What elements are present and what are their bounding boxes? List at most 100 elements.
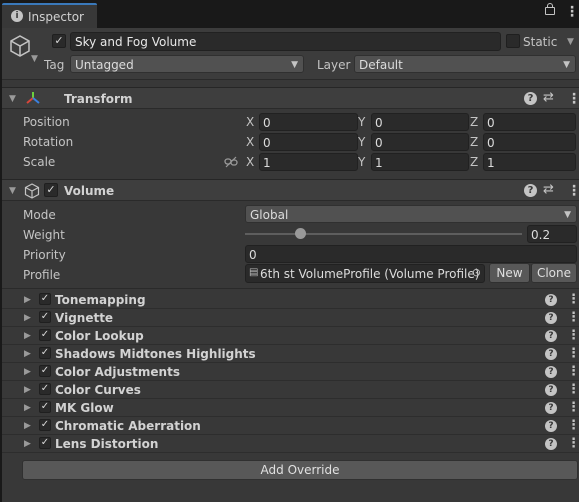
override-menu-icon[interactable]: ⋮ <box>567 365 579 378</box>
override-list: ▶ ✓ Tonemapping? ⋮ ▶ ✓ Vignette? ⋮ ▶ ✓ Color Looku… <box>2 291 579 453</box>
foldout-arrow-icon[interactable]: ▶ <box>24 295 31 305</box>
component-menu-icon[interactable]: ⋮ <box>567 92 579 106</box>
override-row[interactable]: ▶ ✓ MK Glow? ⋮ <box>2 399 579 417</box>
foldout-arrow-icon[interactable]: ▶ <box>24 421 31 431</box>
override-enabled-checkbox[interactable]: ✓ <box>39 293 51 305</box>
position-y-field[interactable]: 0 <box>371 113 469 131</box>
presets-icon[interactable]: ⇄ <box>543 183 554 196</box>
constrain-proportions-icon[interactable] <box>224 155 238 169</box>
gameobject-cube-icon[interactable] <box>8 34 32 58</box>
transform-header[interactable]: ▼ Transform ? ⇄ ⋮ <box>2 87 579 109</box>
weight-slider-handle[interactable] <box>295 228 307 239</box>
add-override-button[interactable]: Add Override <box>22 460 578 480</box>
tag-dropdown[interactable]: Untagged ▼ <box>70 55 304 73</box>
scale-row: Scale X 1 Y 1 Z 1 <box>2 152 579 172</box>
override-row[interactable]: ▶ ✓ Chromatic Aberration? ⋮ <box>2 417 579 435</box>
static-dropdown-arrow-icon[interactable]: ▼ <box>567 37 574 47</box>
override-title: Vignette <box>55 311 114 325</box>
help-icon[interactable]: ? <box>545 330 557 342</box>
override-menu-icon[interactable]: ⋮ <box>567 419 579 432</box>
foldout-arrow-icon[interactable]: ▶ <box>24 385 31 395</box>
override-row[interactable]: ▶ ✓ Color Adjustments? ⋮ <box>2 363 579 381</box>
override-menu-icon[interactable]: ⋮ <box>567 293 579 306</box>
foldout-arrow-icon[interactable]: ▶ <box>24 313 31 323</box>
foldout-arrow-icon[interactable]: ▶ <box>24 439 31 449</box>
tab-title: Inspector <box>28 10 84 24</box>
profile-asset-icon: ▤ <box>249 267 259 278</box>
help-icon[interactable]: ? <box>545 384 557 396</box>
rotation-row: Rotation X 0 Y 0 Z 0 <box>2 132 579 152</box>
help-icon[interactable]: ? <box>545 366 557 378</box>
override-row[interactable]: ▶ ✓ Color Lookup? ⋮ <box>2 327 579 345</box>
override-title: Chromatic Aberration <box>55 419 201 433</box>
foldout-arrow-icon[interactable]: ▼ <box>9 94 16 104</box>
tag-label: Tag <box>44 58 65 72</box>
transform-rows: Position X 0 Y 0 Z 0 Rotation X 0 Y 0 Z … <box>2 112 579 172</box>
mode-dropdown[interactable]: Global ▼ <box>245 205 577 223</box>
help-icon[interactable]: ? <box>545 294 557 306</box>
override-enabled-checkbox[interactable]: ✓ <box>39 311 51 323</box>
scale-y-field[interactable]: 1 <box>371 153 469 171</box>
volume-header[interactable]: ▼ ✓ Volume ? ⇄ ⋮ <box>2 179 579 201</box>
foldout-arrow-icon[interactable]: ▶ <box>24 403 31 413</box>
foldout-arrow-icon[interactable]: ▼ <box>9 186 16 196</box>
position-x-field[interactable]: 0 <box>259 113 358 131</box>
chevron-down-icon: ▼ <box>564 210 571 220</box>
override-menu-icon[interactable]: ⋮ <box>567 311 579 324</box>
override-enabled-checkbox[interactable]: ✓ <box>39 365 51 377</box>
override-menu-icon[interactable]: ⋮ <box>567 383 579 396</box>
volume-enabled-checkbox[interactable]: ✓ <box>44 183 58 197</box>
position-z-field[interactable]: 0 <box>483 113 576 131</box>
override-enabled-checkbox[interactable]: ✓ <box>39 383 51 395</box>
weight-field[interactable]: 0.2 <box>527 225 577 243</box>
override-enabled-checkbox[interactable]: ✓ <box>39 437 51 449</box>
override-row[interactable]: ▶ ✓ Lens Distortion? ⋮ <box>2 435 579 453</box>
rotation-y-field[interactable]: 0 <box>371 133 469 151</box>
override-enabled-checkbox[interactable]: ✓ <box>39 329 51 341</box>
presets-icon[interactable]: ⇄ <box>543 91 554 104</box>
tab-menu-icon[interactable]: ⋮ <box>565 5 579 19</box>
help-icon[interactable]: ? <box>545 402 557 414</box>
clone-profile-button[interactable]: Clone <box>531 263 577 283</box>
layer-label: Layer <box>317 58 351 72</box>
override-title: Lens Distortion <box>55 437 159 451</box>
help-icon[interactable]: ? <box>524 92 537 105</box>
layer-dropdown[interactable]: Default ▼ <box>354 55 576 73</box>
override-row[interactable]: ▶ ✓ Tonemapping? ⋮ <box>2 291 579 309</box>
override-row[interactable]: ▶ ✓ Vignette? ⋮ <box>2 309 579 327</box>
scale-x-field[interactable]: 1 <box>259 153 358 171</box>
priority-field[interactable]: 0 <box>245 245 577 263</box>
override-menu-icon[interactable]: ⋮ <box>567 437 579 450</box>
override-menu-icon[interactable]: ⋮ <box>567 329 579 342</box>
help-icon[interactable]: ? <box>524 184 537 197</box>
override-menu-icon[interactable]: ⋮ <box>567 401 579 414</box>
gameobject-name-field[interactable]: Sky and Fog Volume <box>70 32 501 51</box>
icon-dropdown-arrow-icon[interactable]: ▼ <box>31 54 38 64</box>
static-checkbox[interactable] <box>506 34 520 48</box>
help-icon[interactable]: ? <box>545 348 557 360</box>
tab-inspector[interactable]: i Inspector <box>2 3 97 28</box>
scale-z-field[interactable]: 1 <box>483 153 576 171</box>
weight-slider-track[interactable] <box>245 233 522 235</box>
override-row[interactable]: ▶ ✓ Shadows Midtones Highlights? ⋮ <box>2 345 579 363</box>
help-icon[interactable]: ? <box>545 420 557 432</box>
override-enabled-checkbox[interactable]: ✓ <box>39 347 51 359</box>
profile-object-field[interactable]: ▤ 6th st VolumeProfile (Volume Profile) … <box>245 264 485 283</box>
foldout-arrow-icon[interactable]: ▶ <box>24 367 31 377</box>
foldout-arrow-icon[interactable]: ▶ <box>24 349 31 359</box>
volume-title: Volume <box>64 184 115 198</box>
lock-icon[interactable] <box>545 7 555 15</box>
rotation-x-field[interactable]: 0 <box>259 133 358 151</box>
override-menu-icon[interactable]: ⋮ <box>567 347 579 360</box>
override-row[interactable]: ▶ ✓ Color Curves? ⋮ <box>2 381 579 399</box>
new-profile-button[interactable]: New <box>489 263 530 283</box>
gameobject-active-checkbox[interactable]: ✓ <box>52 34 66 48</box>
help-icon[interactable]: ? <box>545 312 557 324</box>
rotation-z-field[interactable]: 0 <box>483 133 576 151</box>
override-enabled-checkbox[interactable]: ✓ <box>39 419 51 431</box>
object-picker-icon[interactable]: ⊙ <box>472 267 481 278</box>
component-menu-icon[interactable]: ⋮ <box>567 184 579 198</box>
help-icon[interactable]: ? <box>545 438 557 450</box>
override-enabled-checkbox[interactable]: ✓ <box>39 401 51 413</box>
foldout-arrow-icon[interactable]: ▶ <box>24 331 31 341</box>
